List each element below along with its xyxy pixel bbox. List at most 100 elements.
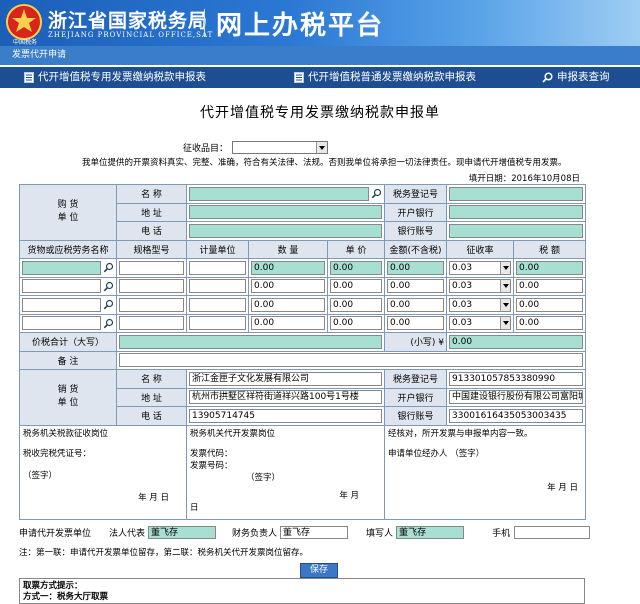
declaration-notice: 我单位提供的开票资料真实、完整、准确，符合有关法律、法规。否则我单位将承担一切法… — [82, 158, 567, 168]
hint-title: 取票方式提示： — [23, 581, 83, 591]
item-tax-cell: 0.00 — [513, 276, 587, 296]
item-tax-input[interactable]: 0.00 — [516, 260, 584, 275]
brand-english: ZHEJIANG PROVINCIAL OFFICE,SAT — [48, 31, 214, 39]
item-amount-input[interactable]: 0.00 — [387, 316, 445, 331]
item-name-input[interactable] — [22, 260, 101, 275]
remark-label: 备 注 — [19, 350, 117, 370]
lookup-search-icon[interactable] — [371, 188, 382, 199]
item-qty-cell: 0.00 — [248, 258, 328, 278]
item-unit-cell — [186, 258, 249, 278]
buyer-account-input[interactable] — [449, 223, 584, 238]
item-rate-select[interactable]: 0.03 — [449, 316, 512, 331]
item-price-input[interactable]: 0.00 — [330, 316, 383, 331]
item-spec-cell — [116, 295, 187, 315]
save-button[interactable]: 保存 — [300, 563, 338, 578]
item-amount-input[interactable]: 0.00 — [387, 297, 445, 312]
item-unit-input[interactable] — [189, 260, 246, 275]
item-price-input[interactable]: 0.00 — [330, 279, 383, 294]
lookup-search-icon[interactable] — [103, 262, 114, 273]
sig-title: 税务机关税款征收岗位 — [23, 428, 109, 439]
buyer-phone-input[interactable] — [189, 223, 383, 238]
item-qty-input[interactable]: 0.00 — [251, 297, 325, 312]
item-rate-select[interactable]: 0.03 — [449, 279, 512, 294]
footnote: 注：第一联：申请代开发票单位留存，第二联：税务机关代开发票岗位留存。 — [19, 548, 309, 558]
item-rate-select[interactable]: 0.03 — [449, 297, 512, 312]
item-name-cell — [19, 258, 117, 278]
applicant-signature: 经核对，所开发票与申报单内容一致。 申请单位经办人 （签字） 年 月 日 — [384, 424, 587, 520]
remark-row: 备 注 — [19, 350, 587, 370]
pickup-hint-box: 取票方式提示： 方式一：税务大厅取票 — [19, 578, 585, 604]
item-name-input[interactable] — [22, 297, 101, 312]
nav-special-invoice[interactable]: 代开增值税专用发票缴纳税款申报表 — [24, 67, 206, 88]
item-tax-input[interactable]: 0.00 — [516, 279, 584, 294]
mobile-input[interactable] — [514, 526, 591, 539]
seller-account-input[interactable]: 33001616435053003435 — [449, 408, 584, 423]
item-amount-cell: 0.00 — [384, 258, 448, 278]
seller-address-input[interactable]: 杭州市拱墅区祥符街道祥兴路100号1号楼 — [189, 390, 383, 405]
item-name-input[interactable] — [22, 316, 101, 331]
item-amount-cell: 0.00 — [384, 313, 448, 333]
item-tax-input[interactable]: 0.00 — [516, 297, 584, 312]
item-price-input[interactable]: 0.00 — [330, 260, 383, 275]
buyer-bank-input[interactable] — [449, 205, 584, 220]
item-tax-input[interactable]: 0.00 — [516, 316, 584, 331]
tax-item-row: 征收品目： — [183, 141, 329, 154]
item-qty-input[interactable]: 0.00 — [251, 316, 325, 331]
seller-tax-id-input[interactable]: 913301057853380990 — [449, 371, 584, 386]
total-upper-input[interactable] — [119, 334, 383, 349]
item-rate-select[interactable]: 0.03 — [449, 260, 512, 275]
item-price-input[interactable]: 0.00 — [330, 297, 383, 312]
legal-input[interactable]: 董飞存 — [148, 526, 217, 539]
seller-bank-input[interactable]: 中国建设银行股份有限公司富阳城 — [449, 390, 584, 405]
seller-bank-label: 开户银行 — [384, 387, 448, 407]
item-rate-value: 0.03 — [452, 262, 473, 273]
seller-name-label: 名 称 — [116, 369, 187, 389]
seller-address-cell: 杭州市拱墅区祥符街道祥兴路100号1号楼 — [185, 387, 386, 407]
buyer-name-input[interactable] — [189, 186, 370, 201]
buyer-address-input[interactable] — [189, 205, 383, 220]
hint-method: 方式一：税务大厅取票 — [23, 592, 109, 602]
item-unit-input[interactable] — [189, 297, 246, 312]
nav-query[interactable]: 申报表查询 — [542, 67, 610, 88]
seller-name-input[interactable]: 浙江金匣子文化发展有限公司 — [189, 371, 383, 386]
item-amount-input[interactable]: 0.00 — [387, 279, 445, 294]
filler-input[interactable]: 董飞存 — [396, 526, 465, 539]
total-lower-input[interactable]: 0.00 — [449, 334, 584, 349]
item-rate-cell: 0.03 — [446, 295, 515, 315]
lookup-search-icon[interactable] — [103, 281, 114, 292]
remark-input[interactable] — [119, 353, 584, 368]
tax-item-select[interactable] — [232, 141, 329, 154]
invoice-issue-signature: 税务机关代开发票岗位 发票代码： 发票号码： （签字） 年 月 日 — [185, 424, 386, 520]
sig-date: 年 月 日 — [547, 482, 579, 493]
col-header: 单 价 — [326, 239, 386, 259]
item-qty-input[interactable]: 0.00 — [251, 260, 325, 275]
item-unit-input[interactable] — [189, 279, 246, 294]
item-qty-input[interactable]: 0.00 — [251, 279, 325, 294]
item-spec-input[interactable] — [119, 316, 184, 331]
finance-label: 财务负责人 — [232, 529, 278, 539]
item-amount-input[interactable]: 0.00 — [387, 260, 445, 275]
item-unit-cell — [186, 295, 249, 315]
item-spec-cell — [116, 313, 187, 333]
item-name-input[interactable] — [22, 279, 101, 294]
item-spec-input[interactable] — [119, 260, 184, 275]
seller-account-label: 银行账号 — [384, 406, 448, 426]
item-spec-input[interactable] — [119, 297, 184, 312]
nav-normal-invoice[interactable]: 代开增值税普通发票缴纳税款申报表 — [294, 67, 476, 88]
buyer-phone-cell — [185, 221, 386, 241]
sig-date: 年 月 — [339, 490, 360, 501]
buyer-account-label: 银行账号 — [384, 221, 448, 241]
finance-input[interactable]: 董飞存 — [280, 526, 349, 539]
seller-phone-input[interactable]: 13905714745 — [189, 408, 383, 423]
lookup-search-icon[interactable] — [103, 299, 114, 310]
item-unit-input[interactable] — [189, 316, 246, 331]
col-header: 金额(不含税) — [384, 239, 448, 259]
lookup-search-icon[interactable] — [103, 318, 114, 329]
sig-number: 发票号码： — [190, 460, 233, 471]
tax-collection-signature: 税务机关税款征收岗位 税收完税凭证号： （签字） 年 月 日 — [19, 424, 187, 520]
item-spec-input[interactable] — [119, 279, 184, 294]
buyer-tax-id-input[interactable] — [449, 186, 584, 201]
item-price-cell: 0.00 — [326, 295, 386, 315]
document-icon — [24, 72, 34, 83]
item-qty-cell: 0.00 — [248, 313, 328, 333]
